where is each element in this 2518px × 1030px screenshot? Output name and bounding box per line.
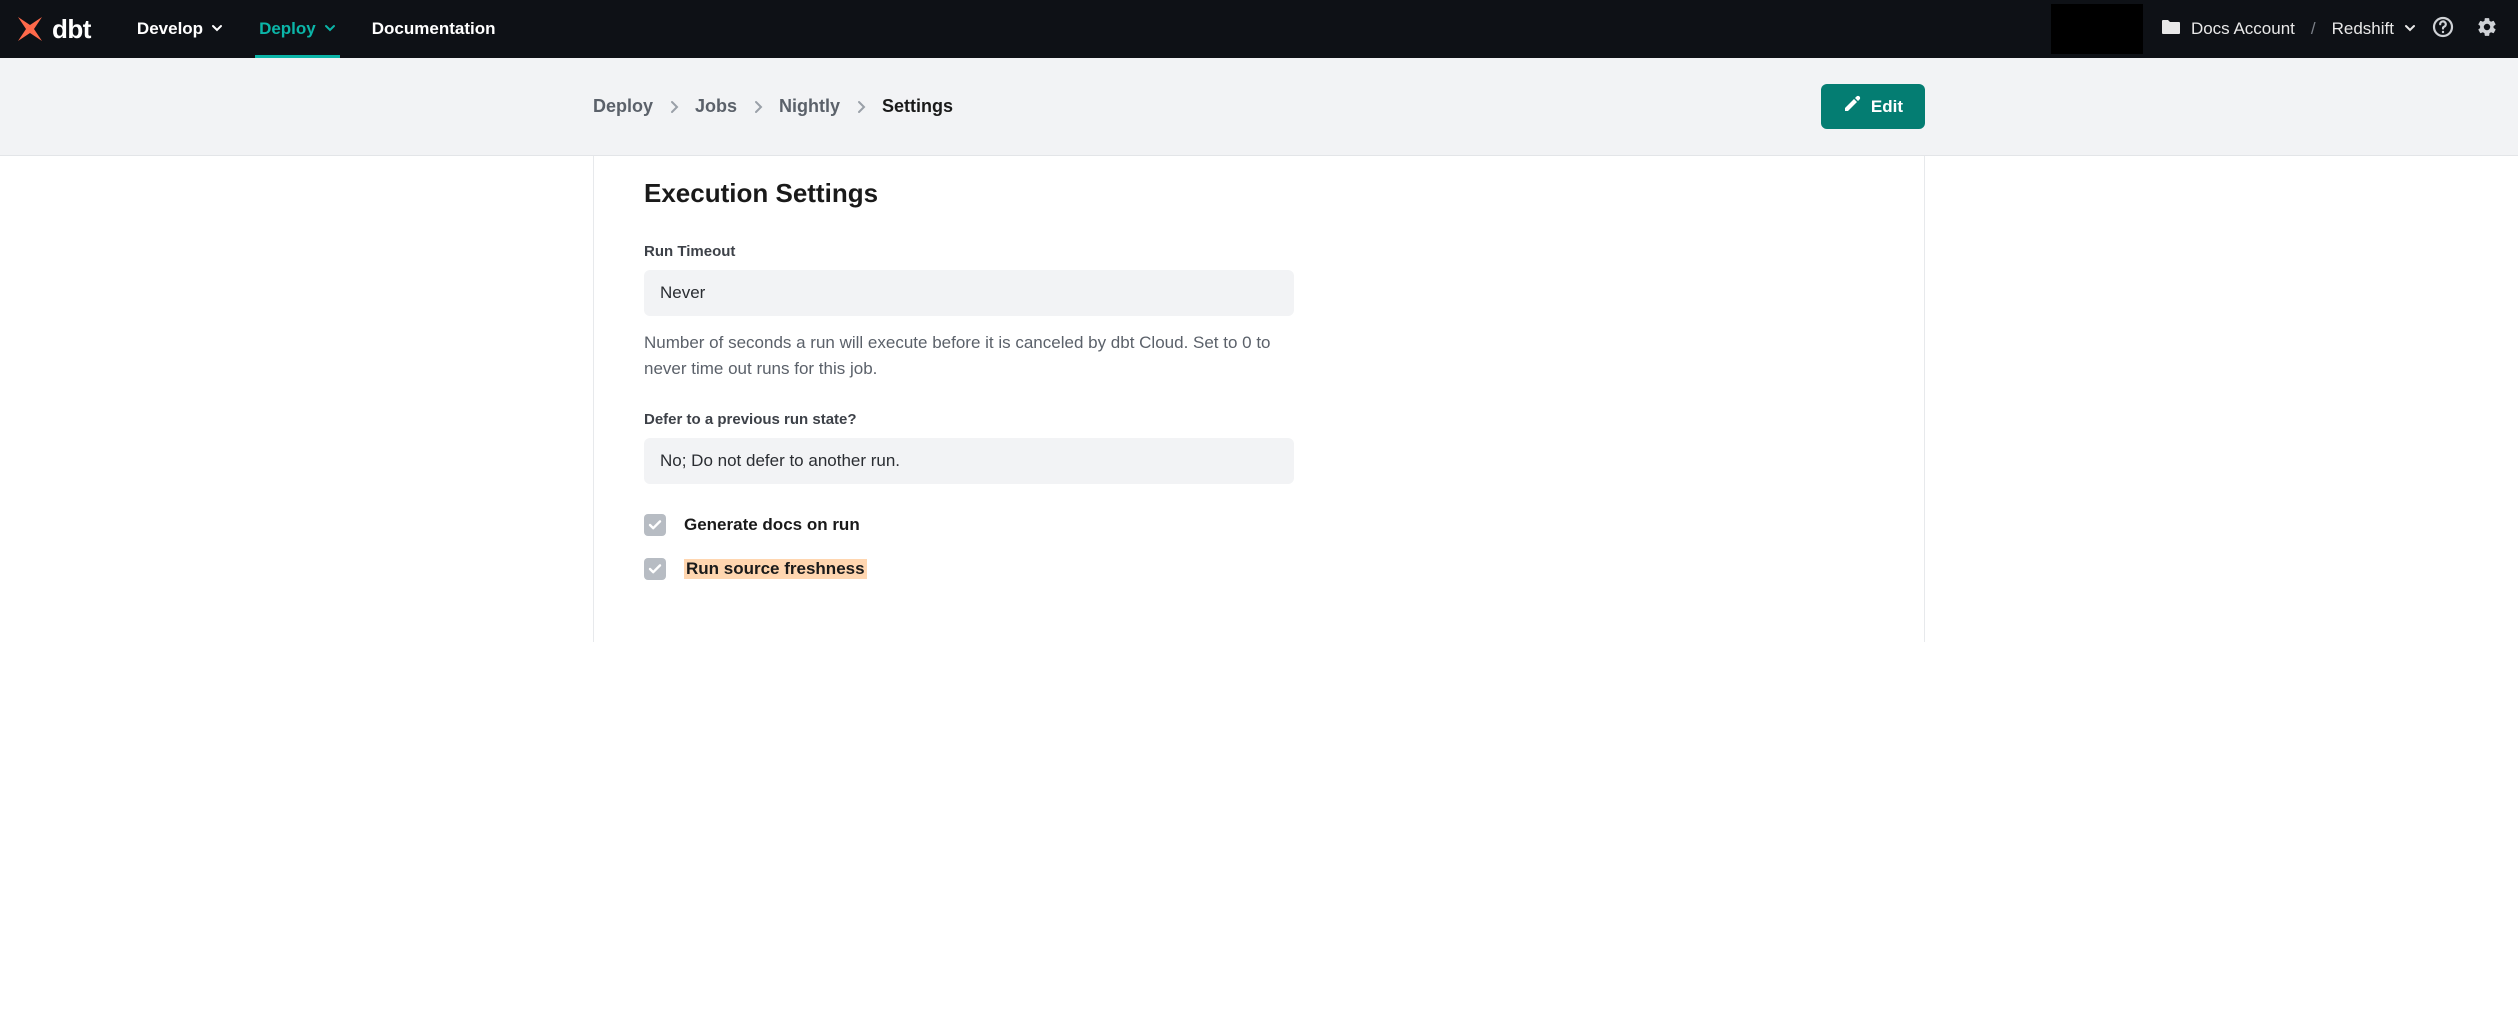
breadcrumb-jobs[interactable]: Jobs [695, 96, 737, 117]
nav-develop[interactable]: Develop [119, 0, 241, 58]
account-separator: / [2305, 19, 2322, 39]
run-timeout-help: Number of seconds a run will execute bef… [644, 330, 1294, 381]
field-defer: Defer to a previous run state? No; Do no… [644, 411, 1344, 484]
defer-label: Defer to a previous run state? [644, 411, 1344, 428]
gear-icon [2476, 16, 2498, 43]
dbt-logo-icon [14, 13, 46, 45]
chevron-down-icon [2404, 19, 2416, 39]
breadcrumb-deploy[interactable]: Deploy [593, 96, 653, 117]
help-icon [2432, 16, 2454, 43]
nav-documentation[interactable]: Documentation [354, 0, 514, 58]
nav-deploy[interactable]: Deploy [241, 0, 354, 58]
redacted-block [2051, 4, 2143, 54]
checkbox-icon [644, 558, 666, 580]
logo[interactable]: dbt [14, 13, 91, 45]
chevron-right-icon [669, 100, 679, 114]
chevron-right-icon [753, 100, 763, 114]
nav-develop-label: Develop [137, 19, 203, 39]
nav-documentation-label: Documentation [372, 19, 496, 39]
chevron-down-icon [211, 19, 223, 39]
top-nav: dbt Develop Deploy Documentation Docs Ac… [0, 0, 2518, 58]
edit-button[interactable]: Edit [1821, 84, 1925, 129]
section-title: Execution Settings [644, 178, 1874, 209]
project-name: Redshift [2332, 19, 2394, 39]
account-switcher[interactable]: Docs Account / Redshift [2161, 19, 2416, 40]
field-run-timeout: Run Timeout Never Number of seconds a ru… [644, 243, 1344, 381]
chevron-down-icon [324, 19, 336, 39]
breadcrumb-job-name[interactable]: Nightly [779, 96, 840, 117]
run-timeout-value: Never [644, 270, 1294, 316]
checkbox-icon [644, 514, 666, 536]
pencil-icon [1843, 95, 1861, 118]
breadcrumb: Deploy Jobs Nightly Settings [593, 96, 953, 117]
defer-value: No; Do not defer to another run. [644, 438, 1294, 484]
help-button[interactable] [2426, 12, 2460, 46]
settings-button[interactable] [2470, 12, 2504, 46]
brand-name: dbt [52, 14, 91, 45]
source-freshness-label: Run source freshness [684, 559, 867, 579]
checkbox-source-freshness[interactable]: Run source freshness [644, 558, 1874, 580]
run-timeout-label: Run Timeout [644, 243, 1344, 260]
nav-deploy-label: Deploy [259, 19, 316, 39]
breadcrumb-settings: Settings [882, 96, 953, 117]
primary-nav: Develop Deploy Documentation [119, 0, 514, 58]
account-name: Docs Account [2191, 19, 2295, 39]
checkbox-generate-docs[interactable]: Generate docs on run [644, 514, 1874, 536]
folder-icon [2161, 19, 2181, 40]
edit-button-label: Edit [1871, 97, 1903, 117]
chevron-right-icon [856, 100, 866, 114]
settings-card: Execution Settings Run Timeout Never Num… [593, 156, 1925, 642]
generate-docs-label: Generate docs on run [684, 515, 860, 535]
page-subheader: Deploy Jobs Nightly Settings Edit [0, 58, 2518, 156]
